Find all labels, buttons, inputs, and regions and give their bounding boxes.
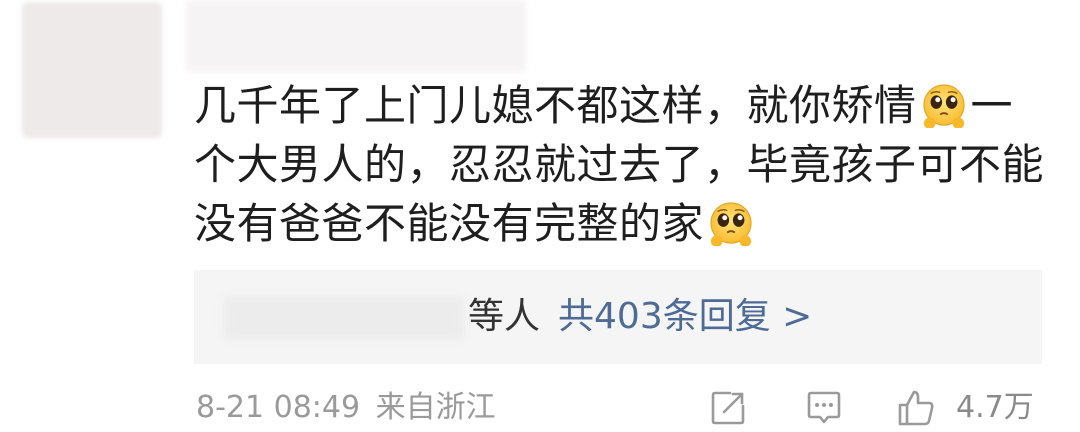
like-count: 4.7万 [956, 390, 1034, 425]
comment-text: 几千年了上门儿媳不都这样，就你矫情 一 个大男人的，忍忍就过去了，毕竟孩子可不能… [194, 76, 1054, 253]
pleading-face-icon [922, 84, 965, 128]
comment-date: 8-21 08:49 [196, 390, 361, 425]
reply-summary[interactable]: 等人 共403条回复 > [468, 292, 812, 342]
reply-who-suffix: 等人 [468, 296, 541, 337]
comment-line-1: 几千年了上门儿媳不都这样，就你矫情 一 [194, 81, 1014, 130]
comment-footer: 8-21 08:49 来自浙江 4.7万 [196, 384, 1056, 432]
reply-preview-box[interactable]: 等人 共403条回复 > [194, 270, 1042, 364]
share-icon[interactable] [708, 388, 748, 428]
pleading-face-icon [710, 202, 752, 246]
comment-meta: 8-21 08:49 来自浙江 [196, 388, 496, 428]
like-icon[interactable] [896, 388, 936, 428]
comment-line-3: 没有爸爸不能没有完整的家 [194, 194, 1054, 253]
username[interactable] [186, 0, 526, 72]
reply-usernames [224, 296, 464, 340]
comment-location: 来自浙江 [375, 390, 496, 425]
comment-line-2: 个大男人的，忍忍就过去了，毕竟孩子可不能 [194, 140, 1045, 189]
comment-icon[interactable] [804, 388, 844, 428]
avatar[interactable] [22, 2, 162, 138]
view-replies-link[interactable]: 共403条回复 > [558, 296, 812, 337]
